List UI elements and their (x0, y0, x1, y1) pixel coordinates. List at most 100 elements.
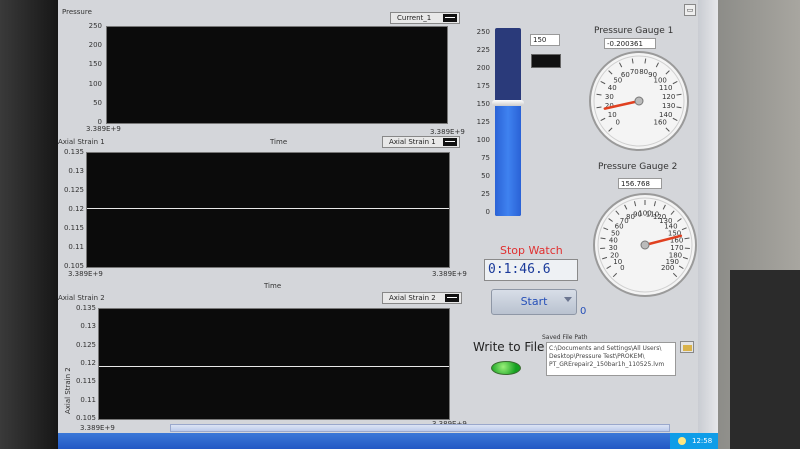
pressure-chart-title: Pressure (62, 8, 92, 16)
legend-label: Axial Strain 1 (389, 138, 436, 146)
window-control-icon[interactable]: ▭ (684, 4, 696, 16)
gauge1-title: Pressure Gauge 1 (594, 26, 674, 36)
write-to-file-toggle[interactable] (491, 361, 521, 375)
gauge-label: 60 (621, 71, 630, 79)
stopwatch-label: Stop Watch (500, 244, 563, 257)
strain2-trace (99, 365, 449, 367)
status-indicator (531, 54, 561, 68)
gauge-label: 130 (662, 102, 675, 110)
y-tick-label: 0.115 (63, 224, 84, 232)
y-tick-label: 0.12 (68, 205, 84, 213)
gauge1-readout: -0.200361 (604, 38, 656, 49)
tank-tick-label: 200 (476, 64, 490, 72)
strain1-chart-title: Axial Strain 1 (58, 138, 105, 146)
pressure-x-start: 3.389E+9 (86, 125, 121, 133)
dropdown-arrow-icon (564, 297, 572, 302)
y-tick-label: 50 (93, 98, 102, 107)
gauge-label: 40 (609, 236, 618, 244)
y-tick-label: 200 (88, 41, 102, 50)
strain2-plot-area[interactable] (98, 308, 450, 420)
browse-folder-button[interactable] (680, 341, 694, 353)
write-to-file-label: Write to File (473, 340, 545, 354)
vertical-scrollbar[interactable] (698, 0, 718, 433)
taskbar: 12:58 (58, 433, 718, 449)
y-tick-label: 0.135 (75, 304, 96, 312)
gauge-hub (640, 240, 650, 250)
strain2-chart-legend[interactable]: Axial Strain 2 (382, 292, 462, 304)
y-tick-label: 0.135 (63, 148, 84, 156)
system-tray: 12:58 (670, 433, 718, 449)
y-tick-label: 150 (88, 60, 102, 69)
y-tick-label: 0.13 (80, 322, 96, 331)
y-tick-label: 0.12 (80, 359, 96, 367)
stopwatch-display: 0:1:46.6 (484, 259, 578, 281)
folder-icon (683, 345, 692, 351)
tray-icon[interactable] (678, 437, 686, 445)
legend-line-icon (443, 138, 457, 146)
y-tick-label: 0.13 (68, 167, 84, 175)
gauge-label: 70 (630, 68, 639, 76)
gauge2-title: Pressure Gauge 2 (598, 162, 678, 172)
gauge-label: 20 (610, 251, 619, 259)
y-tick-label: 0.11 (68, 243, 84, 251)
y-tick-label: 250 (88, 22, 102, 30)
gauge-label: 80 (639, 68, 648, 76)
y-tick-label: 0.11 (80, 395, 96, 404)
saved-file-path-label: Saved File Path (542, 334, 588, 341)
gauge-label: 160 (654, 119, 667, 127)
tank-tick-label: 225 (476, 46, 490, 54)
background-equipment (730, 270, 800, 449)
strain1-x-start: 3.389E+9 (68, 270, 103, 278)
tank-tick-label: 175 (476, 82, 490, 90)
legend-line-icon (445, 294, 459, 302)
strain1-plot-area[interactable] (86, 152, 450, 268)
path-line: Desktop\Pressure Test\PROKEM\ (549, 353, 645, 360)
pressure-chart-legend[interactable]: Current_1 (390, 12, 460, 24)
setpoint-value-field[interactable]: 150 (530, 34, 560, 46)
gauge-label: 10 (613, 258, 622, 266)
gauge1-dial: 0102030405060 70 80 90100110120130140160 (589, 51, 689, 151)
gauge-label: 120 (662, 93, 675, 101)
tank-tick-label: 125 (476, 118, 490, 126)
pressure-x-title: Time (270, 138, 288, 146)
strain1-trace (87, 208, 449, 210)
start-button-label: Start (520, 295, 548, 308)
gauge-label: 110 (659, 84, 672, 92)
gauge-label: 10 (608, 111, 617, 119)
y-tick-label: 0.125 (63, 186, 84, 194)
tank-tick-label: 0 (485, 208, 490, 216)
taskbar-clock: 12:58 (692, 437, 713, 445)
tank-tick-label: 50 (481, 172, 490, 180)
gauge2-dial: 0102030405060708090100110120130140150160… (593, 193, 697, 297)
tank-tick-label: 25 (481, 190, 490, 198)
pressure-setpoint-tank (495, 28, 521, 216)
gauge2-readout: 156.768 (618, 178, 662, 189)
legend-label: Axial Strain 2 (389, 294, 436, 302)
y-tick-label: 0.115 (75, 377, 96, 386)
strain2-y-title: Axial Strain 2 (64, 367, 72, 414)
saved-file-path-field[interactable]: C:\Documents and Settings\All Users\ Des… (546, 342, 676, 376)
tank-fill-level (495, 103, 521, 216)
strain2-x-start: 3.389E+9 (80, 424, 115, 432)
strain2-chart-title: Axial Strain 2 (58, 294, 105, 302)
gauge-hub (634, 96, 644, 106)
start-button[interactable]: Start (491, 289, 577, 315)
tank-tick-label: 250 (476, 28, 490, 36)
gauge-label: 200 (661, 264, 674, 272)
setpoint-slider-handle[interactable] (492, 100, 524, 107)
horizontal-scrollbar[interactable] (170, 424, 670, 432)
legend-line-icon (443, 14, 457, 22)
y-tick-label: 0.105 (75, 414, 96, 422)
pressure-plot-area[interactable] (106, 26, 448, 124)
gauge-label: 40 (608, 84, 617, 92)
path-line: PT_GRErepair2_150bar1h_110525.lvm (549, 361, 665, 368)
path-line: C:\Documents and Settings\All Users\ (549, 345, 662, 352)
y-tick-label: 0.125 (75, 340, 96, 349)
strain1-chart-legend[interactable]: Axial Strain 1 (382, 136, 460, 148)
tank-tick-label: 150 (476, 100, 490, 108)
gauge-label: 30 (609, 244, 618, 252)
start-count: 0 (580, 306, 587, 317)
strain1-x-title: Time (264, 282, 282, 290)
gauge-label: 0 (616, 119, 620, 127)
legend-label: Current_1 (397, 14, 432, 22)
